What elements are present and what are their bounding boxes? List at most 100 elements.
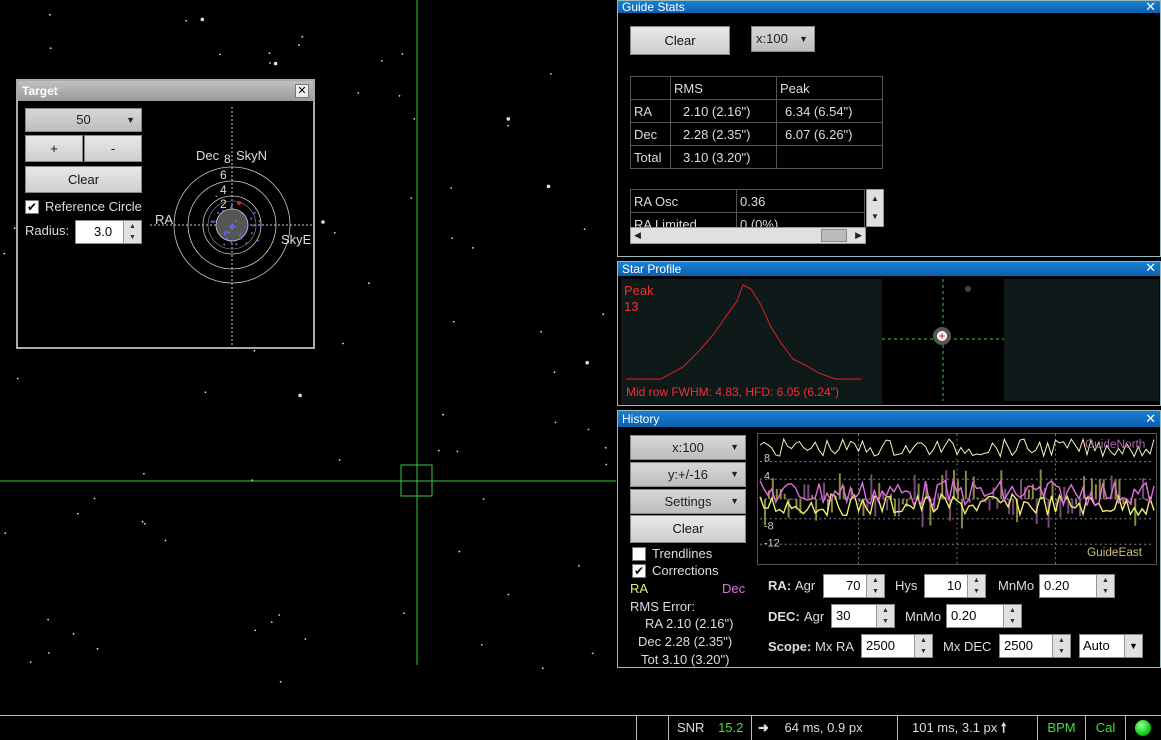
scroll-up-icon[interactable]: ▲ xyxy=(867,190,883,208)
history-settings-dropdown[interactable]: Settings ▼ xyxy=(630,489,746,514)
ra-minmove-spinner[interactable]: 0.20 ▲ ▼ xyxy=(1039,574,1115,598)
guide-stats-scale-dropdown[interactable]: x:100 ▼ xyxy=(751,26,815,52)
dec-minmove-spinner[interactable]: 0.20 ▲ ▼ xyxy=(946,604,1022,628)
radius-spinner[interactable]: 3.0 ▲ ▼ xyxy=(75,220,142,244)
dec-mnmo-label: MnMo xyxy=(905,609,942,624)
corrections-checkbox[interactable]: ✔ xyxy=(632,564,646,578)
target-point xyxy=(230,240,233,243)
star-thumbnail xyxy=(882,279,1004,401)
star-dot xyxy=(605,463,608,466)
spin-up-icon[interactable]: ▲ xyxy=(876,605,894,616)
star-dot xyxy=(540,330,542,333)
star-dot xyxy=(4,532,7,535)
close-icon[interactable]: ✕ xyxy=(1145,0,1156,13)
target-close-button[interactable]: ✕ xyxy=(295,84,309,98)
ra-hysteresis-spinner[interactable]: 10 ▲ ▼ xyxy=(924,574,986,598)
max-ra-duration-spinner[interactable]: 2500 ▲ ▼ xyxy=(861,634,933,658)
star-dot xyxy=(77,512,79,515)
scroll-thumb[interactable] xyxy=(821,229,847,242)
spin-up-icon[interactable]: ▲ xyxy=(123,221,141,232)
spin-up-icon[interactable]: ▲ xyxy=(1003,605,1021,616)
scroll-left-icon[interactable]: ◀ xyxy=(634,228,641,243)
target-clear-button[interactable]: Clear xyxy=(25,166,142,193)
horizontal-scrollbar[interactable]: ◀ ▶ xyxy=(630,227,866,244)
history-y-scale-dropdown[interactable]: y:+/-16 ▼ xyxy=(630,462,746,487)
bpm-cell[interactable]: BPM xyxy=(1037,716,1085,740)
star-dot xyxy=(452,320,455,323)
profile-plot-area: Peak 13 Mid row FWHM: 4.83, HFD: 6.05 (6… xyxy=(621,279,883,404)
snr-value: 15.2 xyxy=(718,720,744,735)
spin-up-icon[interactable]: ▲ xyxy=(1052,635,1070,646)
dec-guide-mode-select[interactable]: Auto ▼ xyxy=(1079,634,1143,658)
star-dot xyxy=(541,667,544,670)
star-dot xyxy=(3,252,6,255)
close-icon[interactable]: ✕ xyxy=(1145,412,1156,425)
correction-bar xyxy=(972,476,975,499)
spin-up-icon[interactable]: ▲ xyxy=(967,575,985,586)
ring-label-8: 8 xyxy=(224,152,231,166)
target-scale-dropdown[interactable]: 50 ▼ xyxy=(25,108,142,132)
scroll-right-icon[interactable]: ▶ xyxy=(855,228,862,243)
ring-label-6: 6 xyxy=(220,168,227,182)
correction-bar xyxy=(976,497,979,499)
osc-stats-grid[interactable]: RA Osc 0.36 RA Limited 0 (0%) ▲ ▼ ◀ ▶ xyxy=(630,189,884,245)
spin-down-icon[interactable]: ▼ xyxy=(914,646,932,657)
ra-mnmo-label: MnMo xyxy=(998,578,1035,593)
spin-down-icon[interactable]: ▼ xyxy=(866,586,884,597)
spin-down-icon[interactable]: ▼ xyxy=(967,586,985,597)
dec-legend: Dec xyxy=(722,581,746,596)
correction-bar xyxy=(775,488,778,499)
star-dot xyxy=(507,124,509,127)
correction-bar xyxy=(988,499,991,511)
correction-bar xyxy=(858,499,861,502)
star-dot xyxy=(200,17,205,22)
guide-stats-clear-button[interactable]: Clear xyxy=(630,26,730,55)
star-dot xyxy=(93,497,96,500)
star-dot xyxy=(398,95,401,97)
spin-up-icon[interactable]: ▲ xyxy=(1096,575,1114,586)
y-tick-8: 8 xyxy=(764,453,770,465)
y-tick-4: 4 xyxy=(764,470,770,482)
history-x-scale-dropdown[interactable]: x:100 ▼ xyxy=(630,435,746,460)
table-cell: 2.28 (2.35") xyxy=(670,122,777,146)
spin-up-icon[interactable]: ▲ xyxy=(866,575,884,586)
status-message-area xyxy=(636,716,668,740)
star-dot xyxy=(550,73,552,75)
scroll-down-icon[interactable]: ▼ xyxy=(867,208,883,226)
vertical-scrollbar[interactable]: ▲ ▼ xyxy=(866,189,884,227)
target-point xyxy=(253,212,256,214)
spin-down-icon[interactable]: ▼ xyxy=(1003,616,1021,627)
correction-bar xyxy=(870,474,873,499)
dec-aggression-spinner[interactable]: 30 ▲ ▼ xyxy=(831,604,895,628)
spin-down-icon[interactable]: ▼ xyxy=(876,616,894,627)
star-dot xyxy=(47,652,50,654)
spin-down-icon[interactable]: ▼ xyxy=(123,232,141,243)
correction-bar xyxy=(1146,499,1149,501)
star-dot xyxy=(451,237,454,240)
trendlines-checkbox[interactable] xyxy=(632,547,646,561)
max-dec-duration-spinner[interactable]: 2500 ▲ ▼ xyxy=(999,634,1071,658)
rms-ra-value: RA 2.10 (2.16") xyxy=(645,616,734,631)
table-header-cell xyxy=(630,76,671,100)
history-clear-button[interactable]: Clear xyxy=(630,515,746,543)
spin-down-icon[interactable]: ▼ xyxy=(1052,646,1070,657)
star-dot xyxy=(269,62,271,64)
history-graph[interactable]: GuideNorth GuideEast 8 4 -8 -12 xyxy=(757,433,1157,565)
target-point xyxy=(231,228,234,231)
target-point xyxy=(252,224,255,227)
spin-up-icon[interactable]: ▲ xyxy=(914,635,932,646)
target-point xyxy=(240,237,243,240)
radius-label: Radius: xyxy=(25,223,70,238)
target-point xyxy=(226,237,228,240)
target-zoom-out-button[interactable]: - xyxy=(84,135,142,162)
ra-hys-label: Hys xyxy=(895,578,918,593)
reference-circle-checkbox[interactable]: ✔ xyxy=(25,200,39,214)
close-icon[interactable]: ✕ xyxy=(1145,261,1156,274)
correction-bar xyxy=(964,470,967,499)
ra-guide-pulse-cell: ➜ 64 ms, 0.9 px xyxy=(751,716,897,740)
spin-down-icon[interactable]: ▼ xyxy=(1096,586,1114,597)
ra-aggression-spinner[interactable]: 70 ▲ ▼ xyxy=(823,574,885,598)
target-zoom-in-button[interactable]: + xyxy=(25,135,83,162)
cal-cell[interactable]: Cal xyxy=(1085,716,1125,740)
chevron-down-icon: ▼ xyxy=(730,496,739,506)
